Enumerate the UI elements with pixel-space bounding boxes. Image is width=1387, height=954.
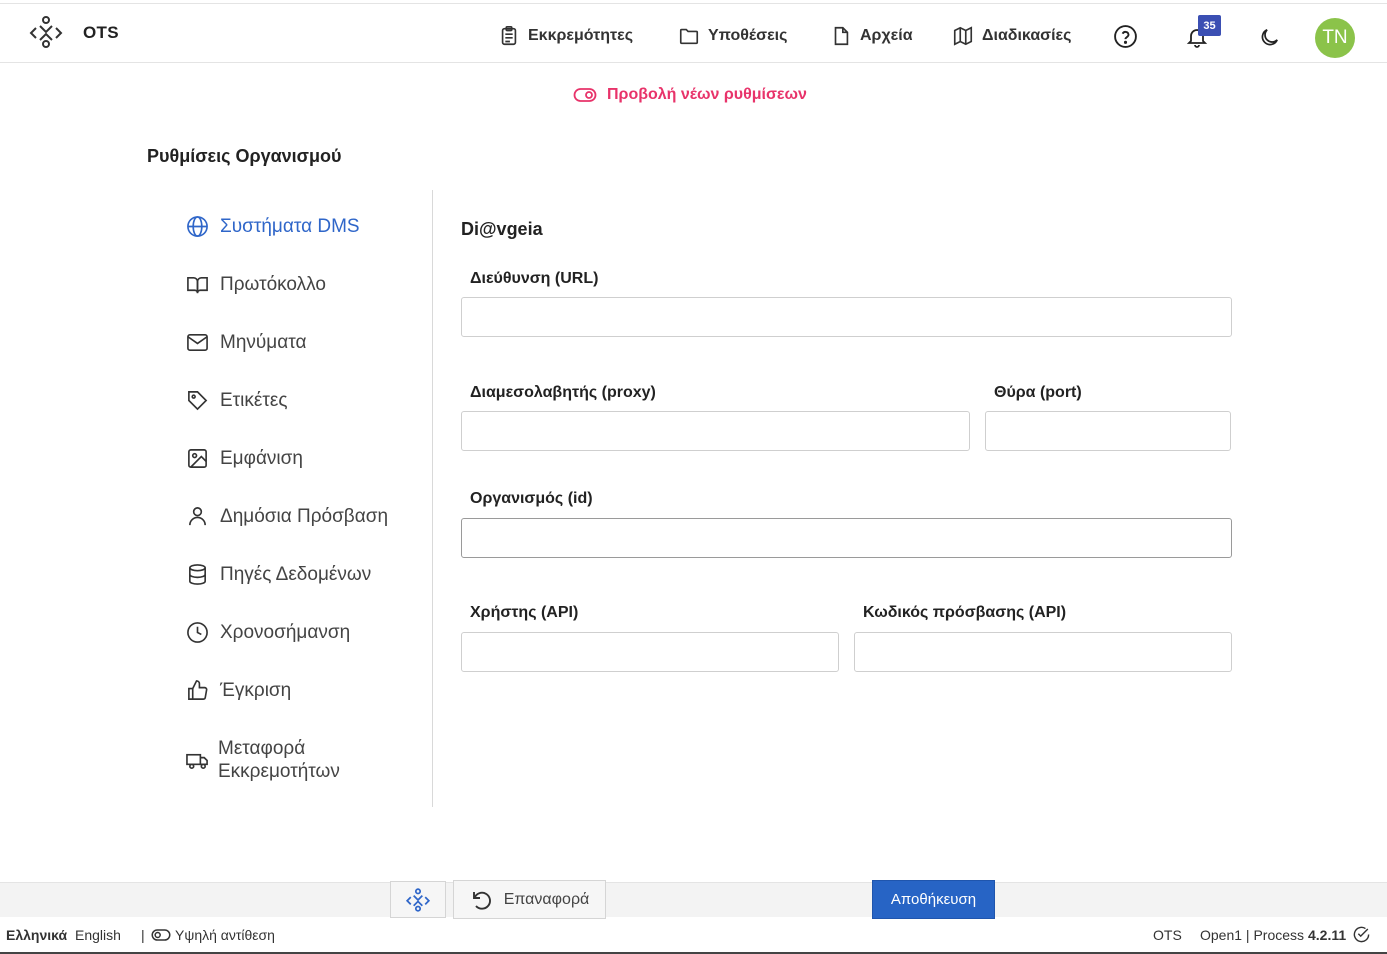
footer: Ελληνικά English | Υψηλή αντίθεση OTS Op… [0,919,1387,954]
sidebar-item-label: Ετικέτες [220,389,288,411]
book-icon [187,276,208,294]
sidebar-item-messages[interactable]: Μηνύματα [186,331,306,354]
proxy-input[interactable] [461,411,970,451]
sidebar-item-label: Πρωτόκολλο [220,273,326,295]
ots-menu-button[interactable] [390,881,446,918]
panel-title: Di@vgeia [461,219,543,239]
database-icon [189,564,206,585]
sidebar-item-public-access[interactable]: Δημόσια Πρόσβαση [186,505,388,528]
url-label: Διεύθυνση (URL) [470,270,599,287]
help-icon [1113,24,1137,48]
nav-pending-label: Εκκρεμότητες [528,27,634,44]
undo-icon [472,891,491,910]
nav-files[interactable]: Αρχεία [830,24,913,48]
sidebar-item-label: Δημόσια Πρόσβαση [220,505,389,527]
image-icon [188,449,207,468]
show-new-settings-toggle[interactable]: Προβολή νέων ρυθμίσεων [573,86,807,104]
org-id-input[interactable] [461,518,1232,558]
sidebar-item-label: Εμφάνιση [220,447,303,469]
globe-icon [187,216,208,237]
sidebar-item-timestamping[interactable]: Χρονοσήμανση [186,621,350,644]
clock-icon [187,622,208,643]
reset-label: Επαναφορά [503,890,590,908]
verified-icon [1352,925,1371,947]
sidebar-item-label-wrap: Μεταφορά Εκκρεμοτήτων [218,737,340,783]
notifications-badge: 35 [1198,15,1221,36]
brand-name[interactable]: OTS [83,23,119,43]
sidebar-item-label: Συστήματα DMS [220,215,360,237]
clipboard-icon [501,26,517,46]
sidebar-item-label: Μεταφορά [218,738,306,759]
ots-logo-icon [405,887,431,912]
high-contrast-toggle[interactable]: Υψηλή αντίθεση [151,927,275,943]
high-contrast-label: Υψηλή αντίθεση [175,927,275,943]
api-user-input[interactable] [461,632,839,672]
footer-product: Open1 | Process [1200,927,1305,943]
save-button[interactable]: Αποθήκευση [872,880,995,919]
lang-greek[interactable]: Ελληνικά [6,927,67,943]
sidebar-item-dms[interactable]: Συστήματα DMS [186,215,360,238]
port-label: Θύρα (port) [994,384,1082,401]
org-id-label: Οργανισμός (id) [470,490,593,507]
port-input[interactable] [985,411,1231,451]
truck-icon [186,753,208,769]
user-icon [189,507,206,526]
sidebar-item-label: Χρονοσήμανση [220,621,351,643]
reset-button[interactable]: Επαναφορά [453,880,606,919]
nav-processes[interactable]: Διαδικασίες [952,24,1071,48]
nav-files-label: Αρχεία [860,27,913,44]
folder-icon [679,28,699,45]
user-avatar[interactable]: TN [1315,18,1355,58]
map-icon [953,26,973,46]
show-new-settings-label: Προβολή νέων ρυθμίσεων [607,86,807,103]
top-header: OTS Εκκρεμότητες Υποθέσεις Αρχεία Διαδικ… [0,3,1387,63]
nav-cases[interactable]: Υποθέσεις [678,24,787,48]
api-password-label: Κωδικός πρόσβασης (API) [863,604,1067,621]
nav-cases-label: Υποθέσεις [708,27,788,44]
footer-brand: OTS [1153,927,1182,943]
action-bar [0,882,1387,917]
lang-english[interactable]: English [75,927,121,943]
toggle-icon [151,929,171,941]
sidebar-item-label: Εκκρεμοτήτων [218,761,340,782]
sidebar-item-tags[interactable]: Ετικέτες [186,389,288,412]
url-input[interactable] [461,297,1232,337]
footer-separator: | [141,927,145,943]
sidebar-item-label: Μηνύματα [220,331,307,353]
nav-processes-label: Διαδικασίες [982,27,1072,44]
tag-icon [188,391,208,411]
mail-icon [187,334,208,351]
api-password-input[interactable] [854,632,1232,672]
sidebar-item-protocol[interactable]: Πρωτόκολλο [186,273,326,296]
sidebar-item-data-sources[interactable]: Πηγές Δεδομένων [186,563,371,586]
page-title: Ρυθμίσεις Οργανισμού [147,146,342,166]
sidebar-item-approval[interactable]: Έγκριση [186,679,291,702]
help-button[interactable] [1111,22,1139,50]
sidebar-item-pending-transfer[interactable]: Μεταφορά Εκκρεμοτήτων [186,737,340,783]
thumbs-up-icon [188,680,208,700]
sidebar-item-label: Έγκριση [220,679,292,701]
footer-version: 4.2.11 [1308,927,1347,943]
toggle-icon [573,88,597,102]
proxy-label: Διαμεσολαβητής (proxy) [470,384,656,401]
sidebar-item-label: Πηγές Δεδομένων [220,563,372,585]
nav-pending[interactable]: Εκκρεμότητες [498,24,633,48]
dark-mode-toggle[interactable] [1255,23,1283,51]
file-icon [834,26,849,46]
ots-logo-icon[interactable] [28,14,64,50]
moon-icon [1261,28,1278,45]
sidebar-item-appearance[interactable]: Εμφάνιση [186,447,303,470]
api-user-label: Χρήστης (API) [470,604,579,621]
